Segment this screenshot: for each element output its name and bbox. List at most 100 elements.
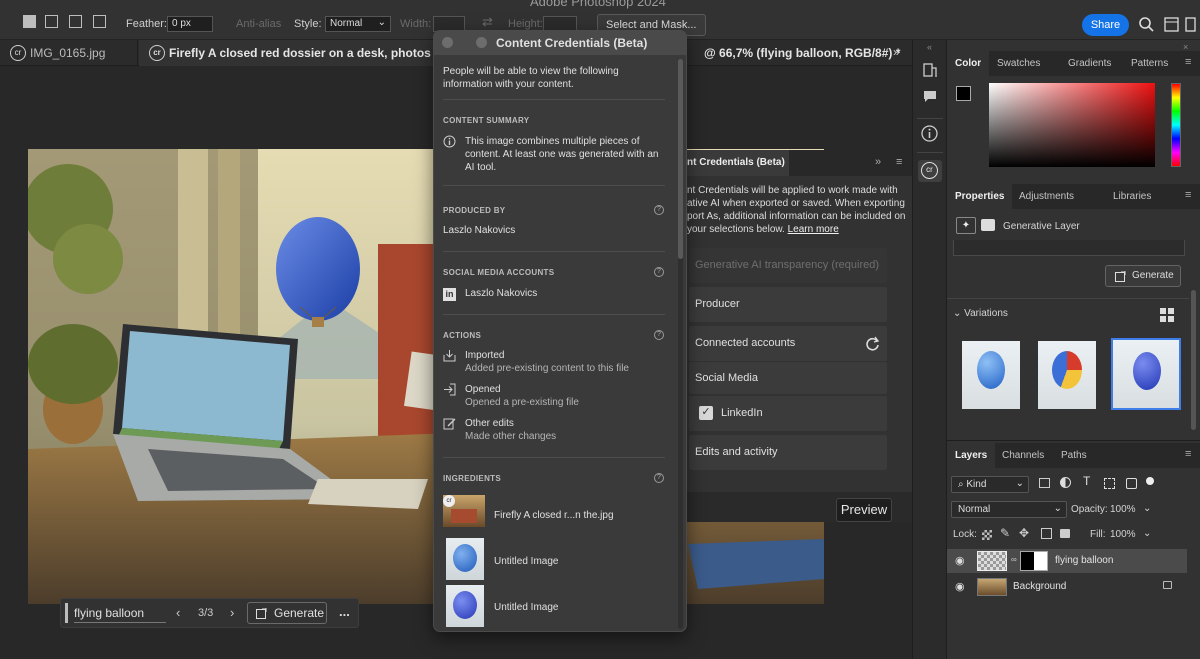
lock-transparent-icon[interactable]	[982, 530, 992, 540]
panel-menu-icon[interactable]: ≡	[1185, 448, 1191, 460]
preview-button[interactable]: Preview	[836, 498, 892, 522]
panel-menu-icon[interactable]: ≡	[1185, 189, 1191, 201]
link-icon[interactable]: ∞	[1011, 555, 1017, 564]
lock-image-icon[interactable]: ✎	[1000, 526, 1010, 540]
generate-button[interactable]: Generate	[247, 602, 327, 624]
variation-thumbnail[interactable]	[962, 341, 1020, 409]
foreground-color-swatch[interactable]	[956, 86, 971, 101]
tab-active-document[interactable]: @ 66,7% (flying balloon, RGB/8#) *	[684, 40, 900, 66]
dialog-scrollbar[interactable]	[678, 59, 683, 629]
add-selection-icon[interactable]	[45, 15, 58, 28]
ingredient-thumbnail[interactable]: cr	[443, 495, 485, 527]
tab-adjustments[interactable]: Adjustments	[1011, 184, 1082, 209]
panel-menu-icon[interactable]: ≡	[1185, 56, 1191, 68]
variation-thumbnail[interactable]	[1038, 341, 1096, 409]
tab-patterns[interactable]: Patterns	[1123, 51, 1176, 76]
panel-tab-bar: nt Credentials (Beta) » ≡	[681, 150, 913, 176]
prompt-input[interactable]: flying balloon	[74, 603, 166, 623]
prompt-field[interactable]	[953, 240, 1185, 256]
cloud-docs-icon[interactable]	[1184, 17, 1196, 32]
search-icon[interactable]	[1139, 17, 1154, 32]
filter-adjustment-icon[interactable]	[1060, 477, 1071, 488]
tab-libraries[interactable]: Libraries	[1105, 184, 1159, 209]
tab-img-0165[interactable]: cr IMG_0165.jpg	[0, 40, 138, 66]
blend-mode-select[interactable]: Normal ⌄	[951, 501, 1067, 518]
collapse-icon[interactable]: «	[927, 42, 932, 52]
opacity-input[interactable]: 100%	[1110, 504, 1136, 515]
row-producer[interactable]: Producer	[689, 287, 887, 322]
lock-position-icon[interactable]: ✥	[1019, 526, 1029, 540]
tab-content-credentials[interactable]: nt Credentials (Beta)	[681, 150, 789, 176]
previous-variation-icon[interactable]: ‹	[176, 605, 180, 620]
info-icon[interactable]: ?	[654, 330, 664, 340]
subtract-selection-icon[interactable]	[69, 15, 82, 28]
anti-alias-checkbox[interactable]: Anti-alias	[236, 18, 281, 30]
layer-filter-select[interactable]: ⌕ Kind ⌄	[951, 476, 1029, 493]
swap-icon[interactable]: ⇄	[482, 14, 493, 30]
intersect-selection-icon[interactable]	[93, 15, 106, 28]
properties-generate-button[interactable]: Generate	[1105, 265, 1181, 287]
grid-view-icon[interactable]	[1160, 308, 1174, 322]
info-icon[interactable]: ?	[654, 205, 664, 215]
variation-thumbnail-selected[interactable]	[1111, 338, 1181, 410]
visibility-eye-icon[interactable]: ◉	[955, 554, 965, 567]
style-select[interactable]: Normal ⌄	[325, 16, 391, 32]
tab-paths[interactable]: Paths	[1053, 443, 1095, 468]
filter-toggle-icon[interactable]	[1146, 477, 1154, 485]
properties-scrollbar[interactable]	[1191, 290, 1196, 430]
more-tabs-icon[interactable]: »	[893, 45, 900, 59]
drag-handle[interactable]	[65, 603, 68, 623]
feather-input[interactable]: 0 px	[167, 16, 213, 32]
row-edits-activity[interactable]: Edits and activity	[689, 435, 887, 470]
more-options-icon[interactable]: ...	[339, 604, 350, 619]
lock-all-icon[interactable]	[1060, 529, 1070, 538]
tab-properties[interactable]: Properties	[947, 184, 1013, 209]
filter-shape-icon[interactable]	[1104, 478, 1115, 489]
hue-slider[interactable]	[1171, 83, 1181, 167]
fill-dropdown-icon[interactable]: ⌄	[1143, 528, 1151, 539]
layer-mask-thumbnail[interactable]	[1020, 551, 1048, 571]
layer-name[interactable]: flying balloon	[1055, 555, 1113, 566]
layer-row-flying-balloon[interactable]: ◉ ∞ flying balloon	[947, 549, 1187, 573]
refresh-icon[interactable]	[865, 336, 880, 351]
row-connected-accounts[interactable]: Connected accounts	[689, 326, 887, 361]
linkedin-checkbox[interactable]: ✓	[699, 406, 713, 420]
tab-color[interactable]: Color	[947, 51, 990, 76]
row-social-media[interactable]: Social Media	[689, 362, 887, 394]
filter-type-icon[interactable]: T	[1083, 474, 1090, 488]
layer-name[interactable]: Background	[1013, 581, 1066, 592]
info-panel-icon[interactable]	[921, 125, 938, 142]
share-button[interactable]: Share	[1082, 14, 1129, 36]
comments-icon[interactable]	[922, 88, 938, 104]
tab-firefly-dossier[interactable]: cr Firefly A closed red dossier on a des…	[139, 40, 439, 66]
new-selection-icon[interactable]	[23, 15, 36, 28]
tab-layers[interactable]: Layers	[947, 443, 996, 468]
variations-toggle[interactable]: ⌄ Variations	[953, 308, 1008, 319]
collapse-icon[interactable]: »	[875, 156, 881, 168]
ingredient-thumbnail[interactable]	[446, 538, 484, 580]
panel-menu-icon[interactable]: ≡	[896, 156, 902, 168]
color-field[interactable]	[989, 83, 1155, 167]
history-icon[interactable]	[922, 62, 938, 78]
opacity-dropdown-icon[interactable]: ⌄	[1143, 503, 1151, 514]
layer-row-background[interactable]: ◉ Background	[947, 575, 1187, 599]
workspace-icon[interactable]	[1164, 17, 1179, 32]
tab-channels[interactable]: Channels	[994, 443, 1052, 468]
row-linkedin[interactable]: ✓ LinkedIn	[689, 396, 887, 431]
tab-gradients[interactable]: Gradients	[1060, 51, 1119, 76]
filter-smart-object-icon[interactable]	[1126, 478, 1137, 489]
info-icon[interactable]: ?	[654, 267, 664, 277]
content-credentials-panel-icon[interactable]: cr	[918, 160, 942, 182]
close-dot-icon[interactable]	[442, 37, 453, 48]
dialog-header[interactable]: Content Credentials (Beta)	[434, 31, 686, 55]
minimize-dot-icon[interactable]	[476, 37, 487, 48]
filter-pixel-icon[interactable]	[1039, 478, 1050, 488]
lock-artboard-icon[interactable]	[1041, 528, 1052, 539]
visibility-eye-icon[interactable]: ◉	[955, 580, 965, 593]
tab-swatches[interactable]: Swatches	[989, 51, 1048, 76]
fill-input[interactable]: 100%	[1110, 529, 1136, 540]
learn-more-link[interactable]: Learn more	[788, 224, 839, 235]
info-icon[interactable]: ?	[654, 473, 664, 483]
next-variation-icon[interactable]: ›	[230, 605, 234, 620]
ingredient-thumbnail[interactable]	[446, 585, 484, 627]
